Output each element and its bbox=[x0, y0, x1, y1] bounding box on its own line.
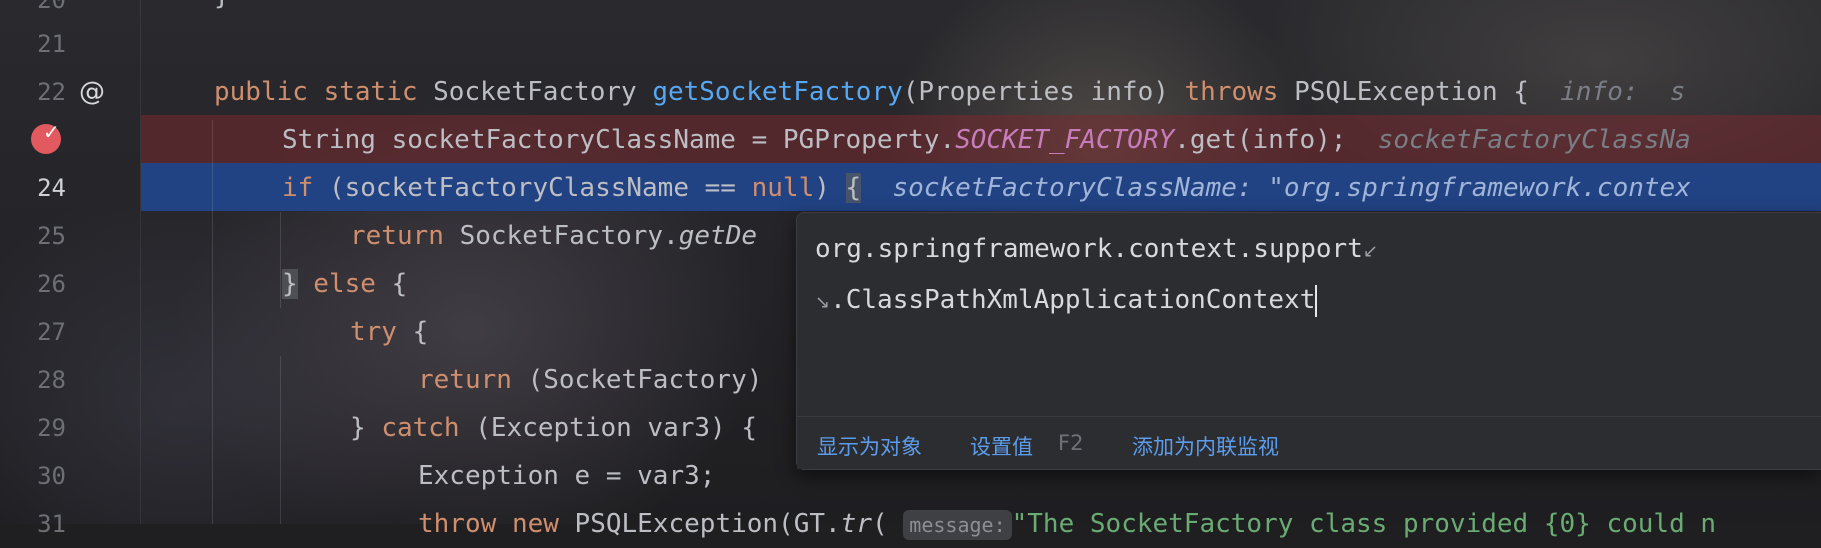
code-line-23[interactable]: String socketFactoryClassName = PGProper… bbox=[282, 116, 1691, 164]
keyword: if bbox=[282, 173, 314, 203]
value-line-1: org.springframework.context.support bbox=[815, 234, 1363, 264]
code-text: .get(info); bbox=[1174, 125, 1347, 155]
code-line-22[interactable]: public static SocketFactory getSocketFac… bbox=[214, 68, 1685, 116]
keyword: else bbox=[297, 269, 376, 299]
text-caret bbox=[1315, 284, 1318, 317]
keyword: catch bbox=[381, 413, 460, 443]
method-name: getSocketFactory bbox=[652, 77, 903, 107]
indent-guide bbox=[212, 120, 213, 524]
keyword: throw bbox=[418, 509, 497, 539]
line-number[interactable]: 27 bbox=[0, 308, 66, 356]
keyword: try bbox=[350, 317, 397, 347]
code-line-27[interactable]: try { bbox=[350, 308, 428, 356]
indent-guide bbox=[280, 212, 281, 308]
editor-gutter[interactable]: 20 21 22 24 25 26 27 28 29 30 31 @ ✓ bbox=[0, 0, 140, 538]
static-method-call: getDe bbox=[678, 221, 758, 251]
indent-guide bbox=[280, 356, 281, 524]
code-text: (SocketFactory) bbox=[511, 365, 763, 395]
code-text: } bbox=[214, 0, 230, 11]
matched-brace: { bbox=[845, 173, 862, 203]
code-text: } bbox=[350, 413, 382, 443]
line-number[interactable]: 25 bbox=[0, 212, 66, 260]
value-line-2: .ClassPathXmlApplicationContext bbox=[830, 285, 1316, 315]
code-text: (socketFactoryClassName == bbox=[313, 173, 752, 203]
inline-value-hint: socketFactoryClassNa bbox=[1377, 125, 1691, 155]
inline-value-hint: socketFactoryClassName: "org.springframe… bbox=[892, 173, 1691, 203]
code-line-26[interactable]: } else { bbox=[282, 260, 407, 308]
add-inline-watch-link[interactable]: 添加为内联监视 bbox=[1132, 431, 1279, 461]
value-text-area[interactable]: org.springframework.context.support↙ ↘.C… bbox=[815, 225, 1802, 327]
code-text: PSQLException(GT. bbox=[558, 509, 841, 539]
line-number[interactable]: 26 bbox=[0, 260, 66, 308]
code-line-20[interactable]: } bbox=[214, 0, 230, 20]
code-text: ) bbox=[814, 173, 846, 203]
line-number[interactable]: 31 bbox=[0, 500, 66, 548]
code-text: { bbox=[396, 317, 429, 347]
keyword: return bbox=[418, 365, 512, 395]
keyword: new bbox=[511, 509, 559, 539]
code-line-25[interactable]: return SocketFactory.getDe bbox=[350, 212, 757, 260]
code-line-24[interactable]: if (socketFactoryClassName == null) { so… bbox=[282, 164, 1691, 212]
line-number[interactable]: 28 bbox=[0, 356, 66, 404]
code-text: PSQLException { bbox=[1294, 77, 1529, 107]
wrap-arrow-icon: ↙ bbox=[1362, 241, 1378, 262]
code-text: { bbox=[375, 269, 408, 299]
set-value-shortcut: F2 bbox=[1058, 431, 1084, 455]
value-popup[interactable]: org.springframework.context.support↙ ↘.C… bbox=[796, 212, 1821, 470]
keyword: public bbox=[214, 77, 308, 107]
line-number[interactable]: 22 bbox=[0, 68, 66, 116]
code-text: (Properties info) bbox=[902, 77, 1169, 107]
matched-brace: } bbox=[282, 269, 298, 299]
code-text: String socketFactoryClassName = PGProper… bbox=[282, 125, 956, 155]
code-text: (Exception var3) { bbox=[459, 413, 758, 443]
show-as-object-link[interactable]: 显示为对象 bbox=[817, 431, 922, 461]
keyword: throws bbox=[1184, 77, 1279, 107]
line-number[interactable]: 29 bbox=[0, 404, 66, 452]
set-value-link[interactable]: 设置值 bbox=[970, 431, 1033, 461]
string-literal: "The SocketFactory class provided {0} co… bbox=[1011, 509, 1717, 539]
code-text: SocketFactory. bbox=[443, 221, 679, 251]
line-number[interactable]: 21 bbox=[0, 20, 66, 68]
constant: SOCKET_FACTORY bbox=[955, 125, 1175, 155]
inline-value-hint: info: s bbox=[1560, 77, 1686, 107]
keyword: static bbox=[323, 77, 418, 107]
code-text: ( bbox=[871, 509, 888, 539]
wrap-continue-icon: ↘ bbox=[815, 292, 831, 313]
popup-action-bar: 显示为对象 设置值 F2 添加为内联监视 bbox=[797, 416, 1821, 469]
keyword: null bbox=[751, 173, 815, 203]
code-line-28[interactable]: return (SocketFactory) bbox=[418, 356, 762, 404]
line-number[interactable]: 30 bbox=[0, 452, 66, 500]
type-name: SocketFactory bbox=[433, 77, 637, 107]
at-method-icon[interactable]: @ bbox=[76, 76, 108, 108]
parameter-name-hint: message: bbox=[903, 509, 1012, 540]
breakpoint-verified-icon[interactable]: ✓ bbox=[31, 120, 61, 154]
line-number-current[interactable]: 24 bbox=[0, 164, 66, 212]
code-line-30[interactable]: Exception e = var3; bbox=[418, 452, 715, 500]
code-line-31[interactable]: throw new PSQLException(GT.tr( message: "… bbox=[418, 500, 1716, 548]
code-line-29[interactable]: } catch (Exception var3) { bbox=[350, 404, 757, 452]
gutter-separator bbox=[140, 0, 141, 524]
keyword: return bbox=[350, 221, 444, 251]
static-method-call: tr bbox=[840, 509, 872, 539]
code-text: Exception e = var3; bbox=[418, 461, 716, 491]
